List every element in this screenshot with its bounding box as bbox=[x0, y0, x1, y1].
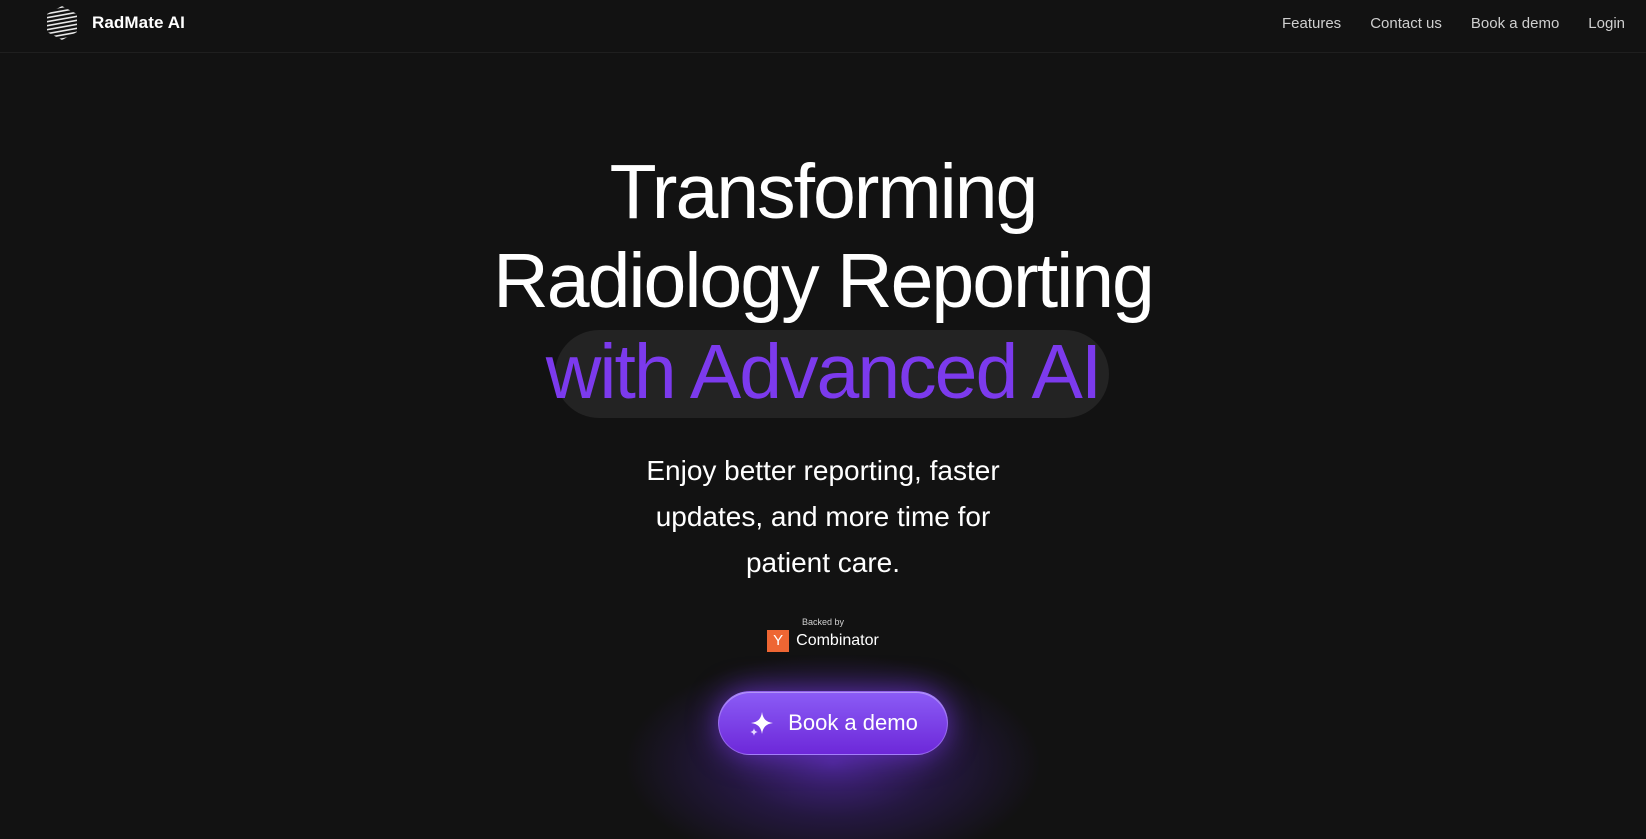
y-combinator-logo: Y Combinator bbox=[767, 630, 879, 652]
top-nav: Features Contact us Book a demo Login bbox=[1282, 15, 1625, 32]
nav-contact-link[interactable]: Contact us bbox=[1370, 15, 1442, 32]
book-demo-button[interactable]: Book a demo bbox=[718, 691, 948, 755]
backed-by-label: Backed by bbox=[801, 617, 845, 627]
site-header: RadMate AI Features Contact us Book a de… bbox=[0, 0, 1646, 53]
sparkle-icon bbox=[750, 712, 774, 736]
striped-sphere-logo-icon bbox=[47, 6, 77, 40]
brand-logo-link[interactable]: RadMate AI bbox=[44, 5, 185, 41]
hero-title-line-3: with Advanced AI bbox=[545, 329, 1102, 415]
brand-name: RadMate AI bbox=[92, 13, 185, 32]
hero-title-line-1: Transforming bbox=[609, 149, 1039, 235]
backed-by-badge: Backed by Y Combinator bbox=[0, 617, 1646, 652]
hero-subtitle: Enjoy better reporting, faster updates, … bbox=[646, 455, 1000, 578]
hero-title-line-2: Radiology Reporting bbox=[493, 238, 1155, 324]
y-combinator-icon: Y bbox=[767, 630, 790, 652]
backer-name: Combinator bbox=[796, 632, 879, 649]
nav-features-link[interactable]: Features bbox=[1282, 15, 1341, 32]
nav-login-link[interactable]: Login bbox=[1588, 15, 1625, 32]
nav-book-demo-link[interactable]: Book a demo bbox=[1471, 15, 1559, 32]
landing-page: RadMate AI Features Contact us Book a de… bbox=[0, 0, 1646, 839]
hero-section: Transforming Radiology Reporting with Ad… bbox=[0, 53, 1646, 839]
book-demo-label: Book a demo bbox=[788, 710, 918, 735]
